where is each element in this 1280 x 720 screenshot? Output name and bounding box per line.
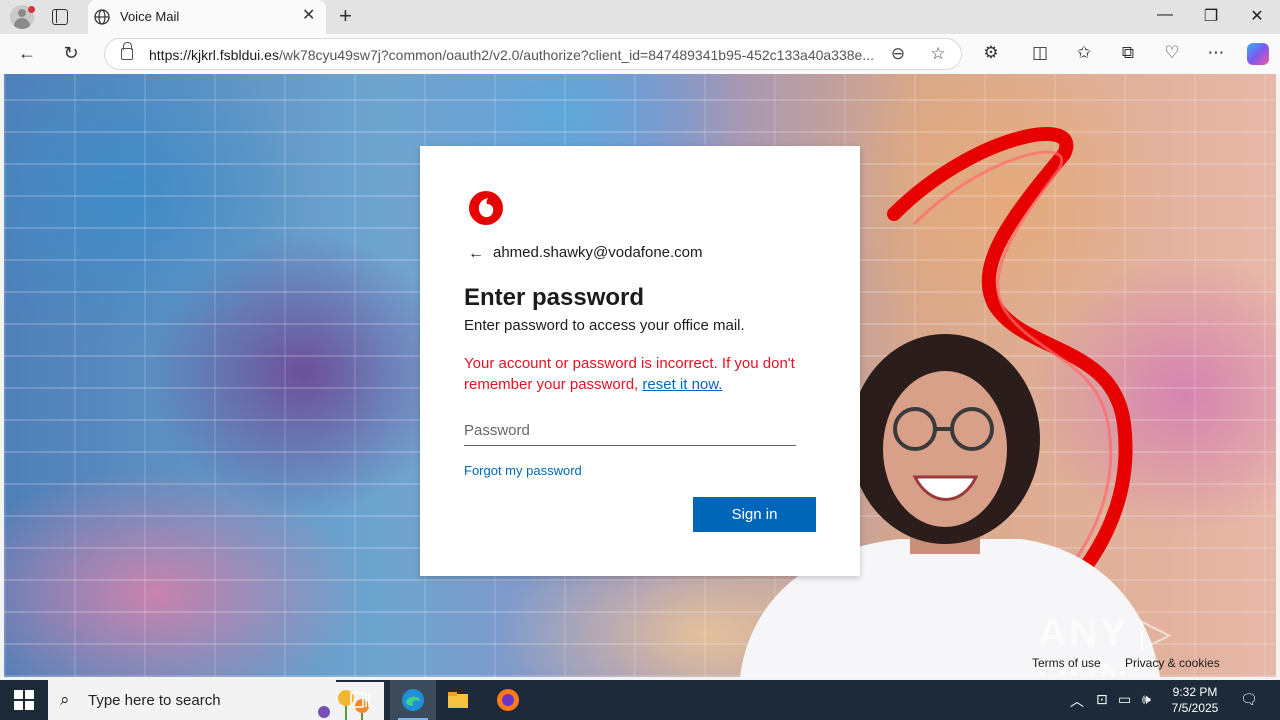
favorite-icon[interactable]: ☆ — [927, 44, 949, 64]
refresh-icon[interactable]: ↻ — [60, 43, 82, 63]
page-title: Enter password — [464, 284, 645, 311]
password-input[interactable] — [464, 416, 796, 446]
vodafone-logo-icon — [469, 191, 503, 225]
extensions-icon[interactable]: ⚙ — [979, 43, 1003, 63]
firefox-icon[interactable] — [496, 688, 520, 712]
close-icon[interactable]: ✕ — [302, 8, 315, 24]
volume-icon[interactable]: 🕪 — [1142, 691, 1151, 708]
windows-start-icon[interactable] — [14, 690, 34, 710]
show-hidden-icons-icon[interactable]: ︿ — [1070, 691, 1084, 711]
address-bar[interactable]: https://kjkrl.fsbldui.es/wk78cyu49sw7j?c… — [104, 38, 962, 70]
browser-tab[interactable]: Voice Mail ✕ — [88, 0, 326, 34]
clock-date: 7/5/2025 — [1171, 701, 1219, 715]
page-background: ← ahmed.shawky@vodafone.com Enter passwo… — [4, 74, 1276, 677]
clock-time: 9:32 PM — [1172, 685, 1218, 699]
sign-in-button[interactable]: Sign in — [693, 497, 816, 532]
browser-essentials-icon[interactable]: ♡ — [1160, 43, 1184, 63]
forgot-password-link[interactable]: Forgot my password — [464, 463, 582, 478]
error-message: Your account or password is incorrect. I… — [464, 353, 824, 395]
address-bar-row: ← ↻ https://kjkrl.fsbldui.es/wk78cyu49sw… — [0, 34, 1280, 74]
search-placeholder: Type here to search — [88, 692, 221, 709]
notification-icon[interactable]: 🗨 — [1240, 691, 1258, 708]
task-view-icon[interactable] — [348, 688, 372, 712]
browser-tab-bar: Voice Mail ✕ + — ❐ ✕ — [0, 0, 1280, 34]
taskbar-search-box[interactable]: ⌕ Type here to search — [48, 680, 384, 720]
error-text: Your account or password is incorrect. I… — [464, 355, 795, 393]
edge-icon — [402, 689, 424, 711]
account-email: ahmed.shawky@vodafone.com — [493, 244, 703, 261]
login-card: ← ahmed.shawky@vodafone.com Enter passwo… — [420, 146, 860, 576]
device-icon[interactable]: ⊡ — [1096, 691, 1108, 708]
window-close-icon[interactable]: ✕ — [1242, 6, 1272, 26]
reset-password-link[interactable]: reset it now. — [642, 376, 722, 393]
read-aloud-icon[interactable]: ⊖ — [887, 44, 909, 64]
more-icon[interactable]: ⋯ — [1204, 43, 1228, 63]
tab-actions-icon[interactable] — [52, 9, 68, 25]
flowers-decoration-icon — [304, 682, 384, 720]
profile-badge — [28, 6, 35, 13]
minimize-icon[interactable]: — — [1150, 6, 1180, 24]
file-explorer-icon[interactable] — [446, 688, 470, 712]
back-icon[interactable]: ← — [16, 43, 38, 63]
restore-icon[interactable]: ❐ — [1196, 6, 1226, 26]
new-tab-icon[interactable]: + — [339, 5, 352, 27]
taskbar: ⌕ Type here to search ︿ ⊡ ▭ 🕪 9:32 PM 7/… — [0, 680, 1280, 720]
privacy-link[interactable]: Privacy & cookies — [1125, 656, 1220, 670]
copilot-icon[interactable] — [1247, 43, 1269, 65]
collections-icon[interactable]: ⧉ — [1116, 43, 1140, 63]
url-text[interactable]: https://kjkrl.fsbldui.es/wk78cyu49sw7j?c… — [149, 47, 874, 63]
favorites-icon[interactable]: ✩ — [1072, 43, 1096, 63]
search-icon: ⌕ — [60, 690, 70, 709]
system-clock[interactable]: 9:32 PM 7/5/2025 — [1166, 684, 1224, 716]
tab-title: Voice Mail — [120, 9, 180, 24]
lock-icon[interactable] — [121, 42, 133, 60]
page-subtitle: Enter password to access your office mai… — [464, 317, 745, 334]
back-arrow-icon[interactable]: ← — [468, 245, 484, 263]
taskbar-edge-active[interactable] — [390, 680, 436, 720]
network-icon[interactable]: ▭ — [1118, 691, 1131, 708]
terms-link[interactable]: Terms of use — [1032, 656, 1101, 670]
globe-icon — [94, 9, 110, 25]
split-screen-icon[interactable]: ◫ — [1028, 43, 1052, 63]
